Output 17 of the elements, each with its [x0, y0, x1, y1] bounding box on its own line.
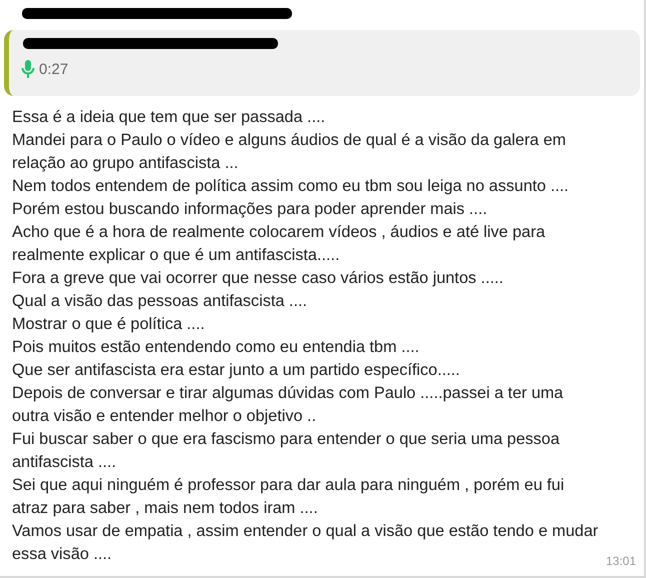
message-text: Essa é a ideia que tem que ser passada ....	[12, 107, 326, 128]
message-text: Depois de conversar e tirar algumas dúvidas com Paulo .....passei a ter uma outra visão e entender melhor o objetivo ..	[12, 383, 564, 427]
message-text: Mostrar o que é política ....	[12, 314, 206, 335]
message-time: 13:01	[606, 554, 636, 568]
message-text: Sei que aqui ninguém é professor para dar aula para ninguém , porém eu fui atraz para saber , mais nem todos iram ....	[12, 475, 566, 519]
message-text: Mandei para o Paulo o vídeo e alguns áudios de qual é a visão da galera em relação ao grupo antifascista ...	[12, 130, 567, 174]
message-text: Fui buscar saber o que era fascismo para entender o que seria uma pessoa antifascista ....	[12, 429, 561, 473]
voice-duration: 0:27	[39, 60, 68, 78]
microphone-icon	[21, 60, 35, 78]
message-text: Nem todos entendem de política assim como eu tbm sou leiga no assunto ....	[12, 176, 570, 197]
message-text: Fora a greve que vai ocorrer que nesse caso vários estão juntos .....	[12, 268, 504, 289]
message-text: Que ser antifascista era estar junto a um partido específico.....	[12, 360, 461, 381]
message-text: Vamos usar de empatia , assim entender o qual a visão que estão tendo e mudar essa visão ....	[12, 521, 600, 565]
message-text: Acho que é a hora de realmente colocarem vídeos , áudios e até live para realmente explicar o que é um antifascista.....	[12, 222, 546, 266]
message-text: Pois muitos estão entendendo como eu entendia tbm ....	[12, 337, 420, 358]
message-text: Qual a visão das pessoas antifascista ....	[12, 291, 308, 312]
message-text: Porém estou buscando informações para poder aprender mais ....	[12, 199, 488, 220]
